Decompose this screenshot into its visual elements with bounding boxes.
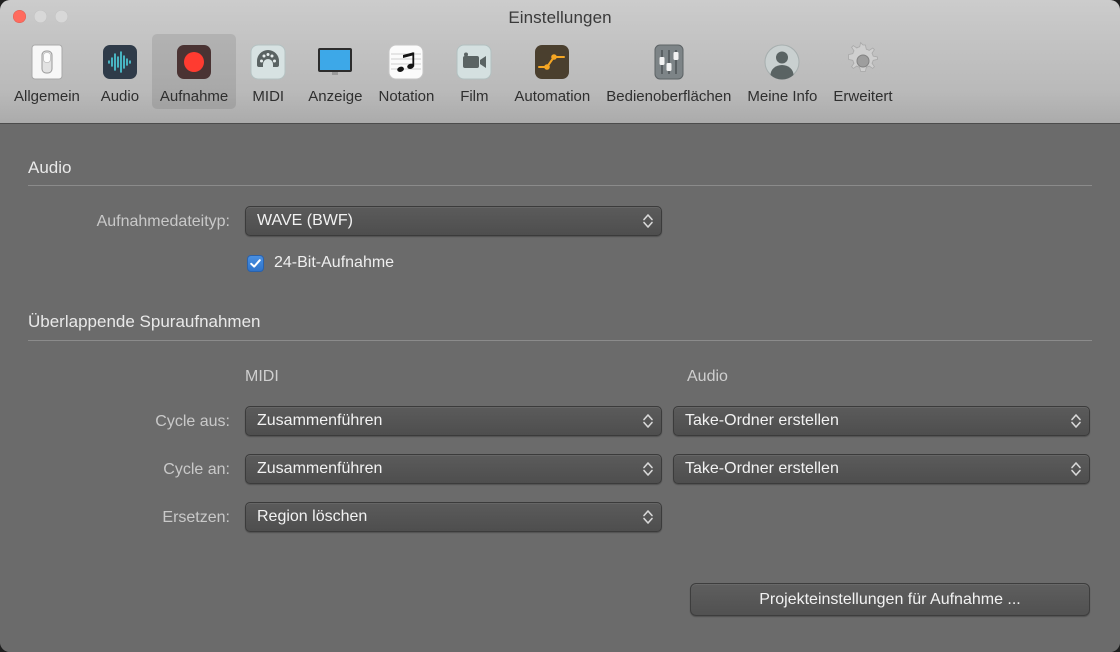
ersetzen-label: Ersetzen: xyxy=(162,509,230,526)
window-chrome: Einstellungen Allgemein Audio Aufnahme M… xyxy=(0,0,1120,124)
record-circle-icon xyxy=(172,40,216,84)
chevron-updown-icon xyxy=(1063,407,1089,435)
toggle-switch-icon xyxy=(25,40,69,84)
tab-midi-label: MIDI xyxy=(252,88,285,105)
aufnahmedateityp-value: WAVE (BWF) xyxy=(257,212,353,229)
section-title-overlapping: Überlappende Spuraufnahmen xyxy=(28,312,261,331)
preferences-toolbar: Allgemein Audio Aufnahme MIDI Anzeige No… xyxy=(0,34,1120,122)
cycle-aus-audio-select[interactable]: Take-Ordner erstellen xyxy=(673,406,1090,436)
24bit-recording-label: 24-Bit-Aufnahme xyxy=(274,254,395,271)
automation-curve-icon xyxy=(530,40,574,84)
column-header-audio: Audio xyxy=(687,368,728,385)
window-title: Einstellungen xyxy=(508,8,612,27)
tab-notation-label: Notation xyxy=(378,88,435,105)
cycle-aus-midi-value: Zusammenführen xyxy=(257,412,383,429)
aufnahmedateityp-label: Aufnahmedateityp: xyxy=(96,213,230,230)
preferences-window: Einstellungen Allgemein Audio Aufnahme M… xyxy=(0,0,1120,652)
tab-meine-info[interactable]: Meine Info xyxy=(739,34,825,109)
waveform-icon xyxy=(98,40,142,84)
display-monitor-icon xyxy=(313,40,357,84)
chevron-updown-icon xyxy=(635,455,661,483)
tab-bedienoberflaechen[interactable]: Bedienoberflächen xyxy=(598,34,739,109)
tab-anzeige[interactable]: Anzeige xyxy=(300,34,370,109)
tab-aufnahme[interactable]: Aufnahme xyxy=(151,34,237,109)
user-avatar-icon xyxy=(760,40,804,84)
tab-allgemein-label: Allgemein xyxy=(14,88,80,105)
tab-film[interactable]: Film xyxy=(442,34,506,109)
tab-audio-label: Audio xyxy=(100,88,140,105)
preferences-content: Audio Aufnahmedateityp: WAVE (BWF) 24-Bi… xyxy=(0,125,1120,652)
24bit-recording-checkbox[interactable] xyxy=(247,254,264,272)
chevron-updown-icon xyxy=(1063,455,1089,483)
faders-icon xyxy=(647,40,691,84)
cycle-an-midi-select[interactable]: Zusammenführen xyxy=(245,454,662,484)
chevron-updown-icon xyxy=(635,207,661,235)
tab-anzeige-label: Anzeige xyxy=(308,88,363,105)
tab-meine-info-label: Meine Info xyxy=(747,88,818,105)
tab-bedienoberflaechen-label: Bedienoberflächen xyxy=(606,88,732,105)
project-settings-recording-button[interactable]: Projekteinstellungen für Aufnahme ... xyxy=(690,583,1090,616)
cycle-an-audio-value: Take-Ordner erstellen xyxy=(685,460,839,477)
tab-automation-label: Automation xyxy=(514,88,591,105)
tab-erweitert-label: Erweitert xyxy=(833,88,893,105)
music-note-icon xyxy=(384,40,428,84)
section-divider-audio xyxy=(28,185,1092,186)
tab-audio[interactable]: Audio xyxy=(88,34,152,109)
tab-midi[interactable]: MIDI xyxy=(236,34,300,109)
24bit-recording-checkbox-row[interactable]: 24-Bit-Aufnahme xyxy=(247,254,394,272)
movie-camera-icon xyxy=(452,40,496,84)
chevron-updown-icon xyxy=(635,503,661,531)
aufnahmedateityp-select[interactable]: WAVE (BWF) xyxy=(245,206,662,236)
tab-aufnahme-label: Aufnahme xyxy=(159,88,229,105)
tab-automation[interactable]: Automation xyxy=(506,34,598,109)
cycle-an-midi-value: Zusammenführen xyxy=(257,460,383,477)
gear-icon xyxy=(841,40,885,84)
cycle-an-label: Cycle an: xyxy=(163,461,230,478)
ersetzen-midi-value: Region löschen xyxy=(257,508,368,525)
column-header-midi: MIDI xyxy=(245,368,279,385)
midi-din-icon xyxy=(246,40,290,84)
cycle-aus-audio-value: Take-Ordner erstellen xyxy=(685,412,839,429)
section-divider-overlapping xyxy=(28,340,1092,341)
cycle-an-audio-select[interactable]: Take-Ordner erstellen xyxy=(673,454,1090,484)
cycle-aus-midi-select[interactable]: Zusammenführen xyxy=(245,406,662,436)
tab-film-label: Film xyxy=(460,88,489,105)
cycle-aus-label: Cycle aus: xyxy=(155,413,230,430)
chevron-updown-icon xyxy=(635,407,661,435)
ersetzen-midi-select[interactable]: Region löschen xyxy=(245,502,662,532)
tab-erweitert[interactable]: Erweitert xyxy=(825,34,900,109)
tab-notation[interactable]: Notation xyxy=(370,34,442,109)
tab-allgemein[interactable]: Allgemein xyxy=(6,34,88,109)
section-title-audio: Audio xyxy=(28,158,72,177)
